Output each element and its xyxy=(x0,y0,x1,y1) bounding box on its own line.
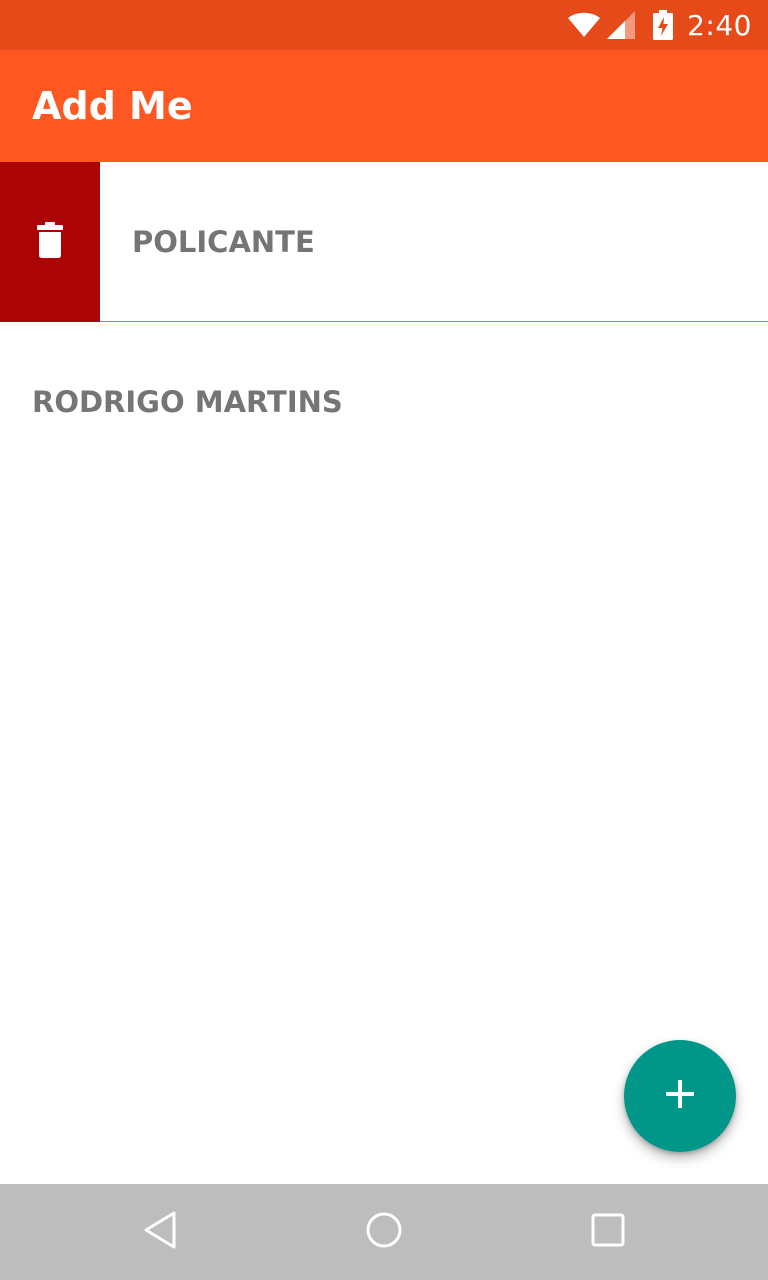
screen: 2:40 Add Me POLICANTE RODRIGO MARTINS xyxy=(0,0,768,1280)
list-item-content[interactable]: POLICANTE xyxy=(100,162,768,322)
wifi-icon xyxy=(567,12,601,38)
list-item[interactable]: POLICANTE xyxy=(0,162,768,322)
back-button[interactable] xyxy=(112,1184,208,1280)
battery-charging-icon xyxy=(653,10,674,40)
status-bar: 2:40 xyxy=(0,0,768,50)
status-time: 2:40 xyxy=(687,8,752,42)
plus-icon xyxy=(664,1078,696,1115)
home-icon xyxy=(364,1210,404,1255)
recents-icon xyxy=(590,1212,626,1253)
contact-list: POLICANTE RODRIGO MARTINS xyxy=(0,162,768,482)
signal-icon xyxy=(607,11,637,39)
recents-button[interactable] xyxy=(560,1184,656,1280)
trash-icon xyxy=(36,221,64,263)
app-title: Add Me xyxy=(32,84,193,128)
list-item-label: POLICANTE xyxy=(132,225,315,259)
add-button[interactable] xyxy=(624,1040,736,1152)
back-icon xyxy=(140,1210,180,1255)
delete-swipe-action[interactable] xyxy=(0,162,100,322)
app-bar: Add Me xyxy=(0,50,768,162)
status-icons: 2:40 xyxy=(567,0,752,50)
list-item[interactable]: RODRIGO MARTINS xyxy=(0,322,768,482)
home-button[interactable] xyxy=(336,1184,432,1280)
list-item-label: RODRIGO MARTINS xyxy=(32,385,343,419)
navigation-bar xyxy=(0,1184,768,1280)
